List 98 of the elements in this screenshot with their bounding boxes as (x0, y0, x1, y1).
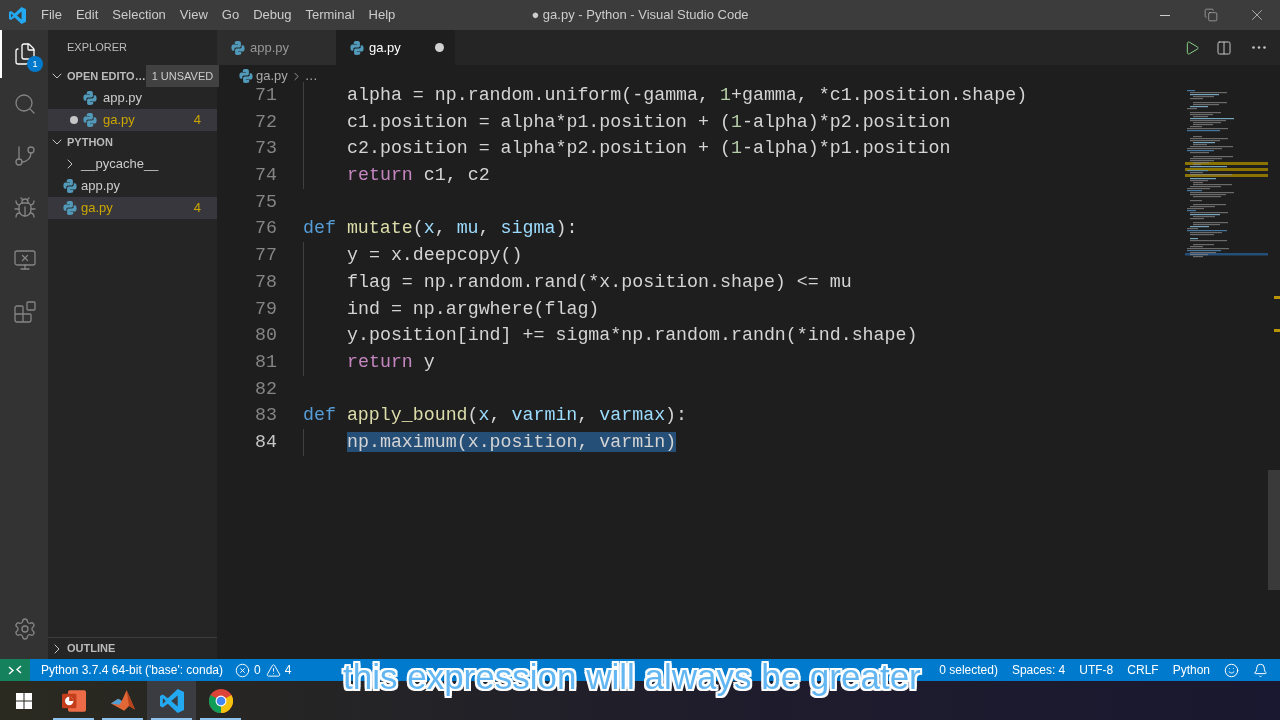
menu-item[interactable]: View (172, 0, 215, 30)
remote-button[interactable] (0, 659, 30, 681)
bug-icon (13, 196, 37, 220)
error-count: 0 (254, 662, 261, 679)
bell-icon (1253, 662, 1268, 678)
search-icon (13, 92, 37, 116)
status-item[interactable]: UTF-8 (1079, 661, 1114, 679)
line-number: 78 (254, 270, 277, 294)
breadcrumb-item[interactable]: ga.py (239, 66, 288, 86)
open-editor-item[interactable]: app.py (48, 87, 217, 109)
peak-logo-icon (110, 690, 135, 711)
tree-item[interactable]: __pycache__ (48, 153, 217, 175)
code-line: ind = np.argwhere(flag) (347, 297, 600, 321)
remote-icon (8, 665, 22, 675)
error-icon (235, 662, 251, 678)
menu-item[interactable]: Debug (246, 0, 299, 30)
python-file-icon (63, 201, 77, 215)
more-icon (1252, 46, 1266, 49)
breadcrumb-item[interactable]: … (304, 66, 318, 86)
code-line: def mutate(x, mu, sigma): (303, 217, 578, 241)
interpreter-button[interactable]: Python 3.7.4 64-bit ('base': conda) (41, 661, 224, 679)
run-button[interactable] (1184, 39, 1200, 56)
line-number: 82 (254, 377, 277, 401)
editor-tab[interactable]: ga.py (336, 30, 455, 65)
line-number: 83 (254, 404, 277, 428)
settings-icon (13, 617, 37, 641)
line-number: 73 (254, 137, 277, 161)
git-branch-icon (13, 144, 37, 168)
code-line: return c1, c2 (347, 164, 490, 188)
files-icon (13, 42, 37, 66)
overview-ruler-marks (1274, 296, 1280, 332)
python-file-icon (83, 91, 97, 105)
line-number: 72 (254, 110, 277, 134)
scrollbar-thumb[interactable] (1268, 470, 1280, 590)
start-menu-icon (16, 692, 32, 709)
menu-item[interactable]: Terminal (298, 0, 362, 30)
app-logo-icon (8, 6, 26, 24)
menu-item[interactable]: Go (214, 0, 247, 30)
unsaved-count-badge: 1 UNSAVED (145, 65, 220, 87)
split-editor-button[interactable] (1216, 39, 1232, 56)
python-file-icon (231, 40, 245, 55)
feedback-button[interactable] (1224, 662, 1239, 678)
tree-item[interactable]: ga.py 4 (48, 197, 217, 219)
code-line: def apply_bound(x, varmin, varmax): (303, 404, 688, 428)
menu-item[interactable]: Selection (105, 0, 173, 30)
split-editor-icon (1216, 39, 1232, 56)
blocks-icon (13, 300, 37, 324)
open-editor-item[interactable]: ga.py 4 (48, 109, 217, 131)
more-actions-button[interactable] (1252, 46, 1266, 49)
editor-tab[interactable]: app.py (217, 30, 336, 65)
section-header[interactable]: OPEN EDITO… 1 UNSAVED (48, 65, 217, 87)
code-line: return y (347, 350, 435, 374)
tree-item[interactable]: app.py (48, 175, 217, 197)
line-number: 84 (254, 430, 277, 454)
python-file-icon (83, 113, 97, 127)
warning-count: 4 (193, 111, 201, 130)
notification-badge: 1 (27, 56, 43, 72)
menu-item[interactable]: File (34, 0, 69, 30)
restore-icon (1204, 8, 1218, 22)
monitor-icon (13, 248, 37, 272)
line-number: 71 (254, 84, 277, 107)
sidebar-title: EXPLORER (67, 40, 127, 56)
status-item[interactable]: Spaces: 4 (1011, 661, 1066, 679)
notifications-button[interactable] (1253, 662, 1268, 678)
code-line: c1.position = alpha*p1.position + (1-alpha)*p2.position (347, 110, 951, 134)
section-header[interactable]: PYTHON (48, 131, 217, 153)
python-file-icon (63, 179, 77, 193)
code-line: c2.position = alpha*p2.position + (1-alpha)*p1.position (347, 137, 951, 161)
status-item[interactable]: 0 selected) (939, 661, 998, 679)
code-editor-logo-icon (159, 688, 184, 713)
code-line: y = x.deepcopy() (347, 244, 523, 268)
problems-button[interactable]: 0 4 (235, 661, 292, 679)
code-line: alpha = np.random.uniform(-gamma, 1+gamma, *c1.position.shape) (347, 84, 1028, 107)
code-line: flag = np.random.rand(*x.position.shape) <= mu (347, 270, 852, 294)
browser-logo-icon (208, 688, 233, 713)
menu-item[interactable]: Help (361, 0, 403, 30)
code-line: y.position[ind] += sigma*np.random.randn(*ind.shape) (347, 324, 918, 348)
line-number: 77 (254, 244, 277, 268)
warning-count: 4 (193, 199, 201, 218)
status-item[interactable]: CRLF (1127, 661, 1159, 679)
status-item[interactable]: Python (1172, 661, 1210, 679)
window-title: ● ga.py - Python - Visual Studio Code (531, 6, 749, 25)
warning-count: 4 (284, 662, 292, 679)
python-file-icon (350, 40, 364, 55)
minimize-icon (1160, 14, 1170, 16)
python-file-icon (239, 69, 253, 83)
line-number: 74 (254, 164, 277, 188)
smiley-icon (1224, 662, 1239, 678)
line-number: 80 (254, 324, 277, 348)
play-icon (1184, 39, 1200, 56)
line-number: 76 (254, 217, 277, 241)
menu-item[interactable]: Edit (68, 0, 106, 30)
line-number: 79 (254, 297, 277, 321)
line-number: 75 (254, 190, 277, 214)
line-number: 81 (254, 350, 277, 374)
taskbar-app-button[interactable] (147, 681, 196, 720)
presentation-icon (61, 689, 86, 712)
warning-icon (265, 662, 281, 678)
